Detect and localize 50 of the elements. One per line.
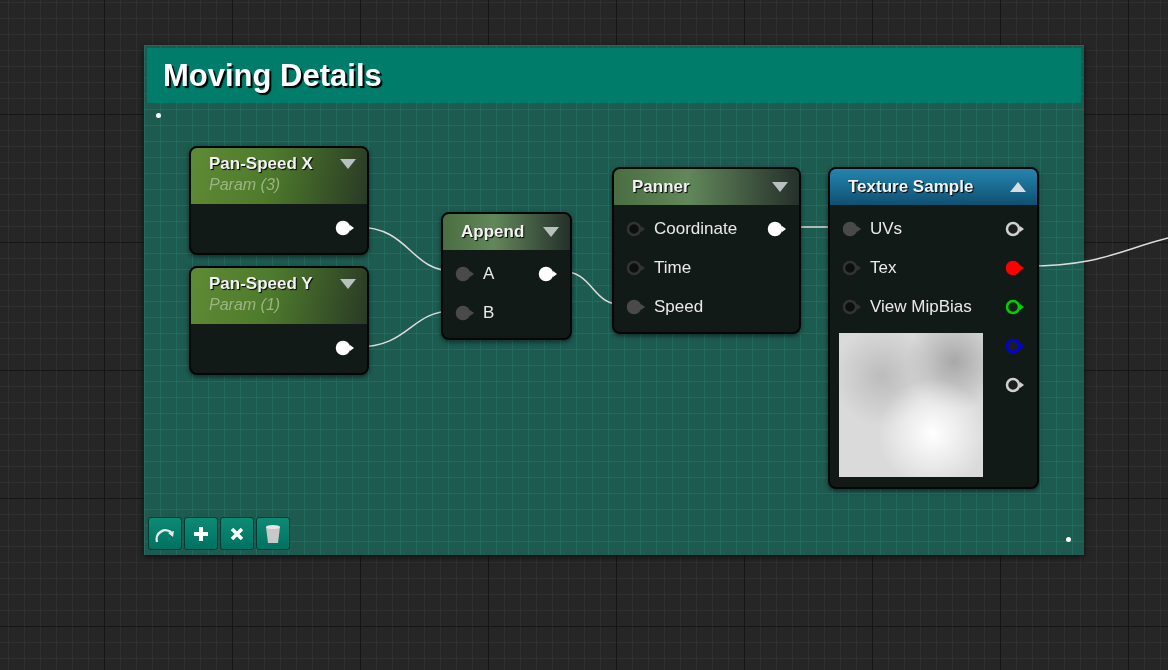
- output-pin[interactable]: [1005, 376, 1025, 393]
- input-pin[interactable]: [455, 304, 475, 321]
- node-title: Pan-Speed X: [209, 154, 313, 174]
- delete-button[interactable]: [256, 517, 290, 550]
- node-title: Panner: [632, 177, 690, 197]
- graph-node[interactable]: Pan-Speed X Param (3): [189, 146, 369, 255]
- node-subtitle: Param (1): [209, 296, 282, 314]
- graph-node[interactable]: Append A B: [441, 212, 572, 340]
- pin-label: B: [483, 302, 495, 323]
- pin-label: Coordinate: [654, 218, 738, 239]
- node-title: Texture Sample: [848, 177, 974, 197]
- expand-arrow-icon[interactable]: [771, 181, 789, 193]
- close-icon: [230, 526, 244, 541]
- output-pin[interactable]: [767, 220, 787, 237]
- node-title: Pan-Speed Y: [209, 274, 313, 294]
- expand-arrow-icon[interactable]: [339, 278, 357, 290]
- input-pin[interactable]: [842, 298, 862, 315]
- pin-label: Tex: [870, 257, 897, 278]
- remove-button[interactable]: [220, 517, 254, 550]
- input-pin[interactable]: [842, 259, 862, 276]
- collapse-arrow-icon[interactable]: [1009, 181, 1027, 193]
- expand-arrow-icon[interactable]: [542, 226, 560, 238]
- resize-handle[interactable]: [156, 113, 161, 118]
- output-pin[interactable]: [1005, 298, 1025, 315]
- plus-icon: [193, 525, 209, 542]
- refresh-button[interactable]: [148, 517, 182, 550]
- input-pin[interactable]: [626, 298, 646, 315]
- trash-icon: [265, 523, 281, 544]
- output-pin[interactable]: [335, 339, 355, 356]
- input-pin[interactable]: [455, 265, 475, 282]
- pin-label: Time: [654, 257, 692, 278]
- resize-handle[interactable]: [1066, 537, 1071, 542]
- input-pin[interactable]: [626, 259, 646, 276]
- input-pin[interactable]: [842, 220, 862, 237]
- graph-node[interactable]: Pan-Speed Y Param (1): [189, 266, 369, 375]
- output-pin[interactable]: [1005, 220, 1025, 237]
- input-pin[interactable]: [626, 220, 646, 237]
- pin-label: View MipBias: [870, 296, 972, 317]
- expand-arrow-icon[interactable]: [339, 158, 357, 170]
- add-button[interactable]: [184, 517, 218, 550]
- pin-label: Speed: [654, 296, 704, 317]
- output-pin[interactable]: [538, 265, 558, 282]
- pin-label: A: [483, 263, 495, 284]
- comment-title: Moving Details: [163, 57, 382, 94]
- pin-label: UVs: [870, 218, 903, 239]
- node-subtitle: Param (3): [209, 176, 282, 194]
- node-title: Append: [461, 222, 525, 242]
- graph-node[interactable]: Panner Coordinate Time Speed: [612, 167, 801, 334]
- graph-node[interactable]: Texture Sample UVs Tex View MipBias: [828, 167, 1039, 489]
- output-pin[interactable]: [335, 219, 355, 236]
